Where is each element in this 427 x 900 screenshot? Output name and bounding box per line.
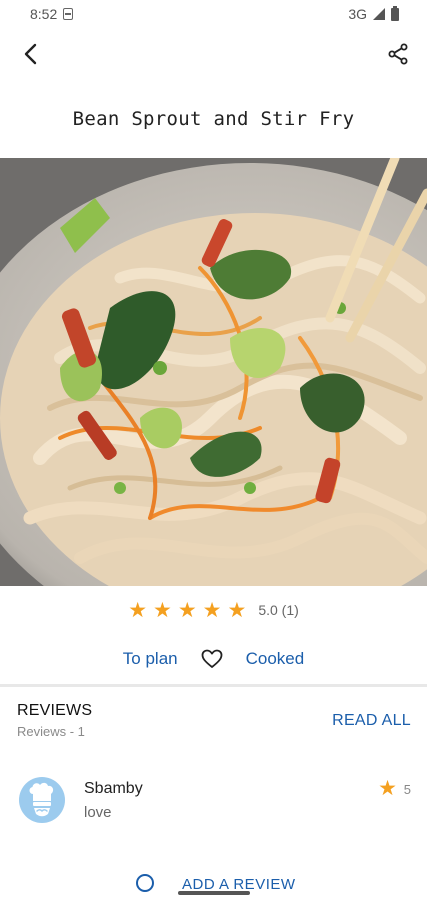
back-arrow-icon: [24, 43, 37, 65]
reviewer-name: Sbamby: [84, 780, 143, 797]
rating-row: ★ ★ ★ ★ ★ 5.0 (1): [0, 597, 427, 623]
sim-card-icon: [63, 8, 74, 20]
back-button[interactable]: [14, 36, 48, 72]
chef-avatar-icon: [29, 782, 54, 817]
star-icon: ★: [202, 598, 222, 622]
section-divider: [0, 684, 427, 687]
read-all-button[interactable]: READ ALL: [332, 712, 411, 730]
rating-summary: 5.0 (1): [258, 602, 299, 618]
add-review-icon: [136, 874, 154, 892]
rating-stars: ★ ★ ★ ★ ★: [128, 600, 246, 621]
status-bar: 8:52 3G: [0, 0, 427, 28]
home-indicator[interactable]: [178, 891, 250, 895]
to-plan-button[interactable]: To plan: [123, 649, 178, 669]
signal-icon: [373, 8, 385, 20]
status-time: 8:52: [30, 6, 58, 22]
reviews-title: REVIEWS: [17, 702, 93, 719]
reviews-count: Reviews - 1: [17, 724, 85, 739]
star-icon: ★: [227, 598, 247, 622]
actions-row: To plan Cooked: [0, 644, 427, 674]
review-score: 5: [403, 782, 411, 797]
favorite-button[interactable]: [200, 647, 224, 671]
network-type: 3G: [348, 6, 367, 22]
heart-icon: [201, 649, 223, 668]
star-icon: ★: [177, 598, 197, 622]
app-bar: [0, 28, 427, 80]
avatar: [19, 777, 65, 823]
star-icon: ★: [128, 598, 148, 622]
review-star-icon: ★: [378, 777, 397, 800]
share-button[interactable]: [381, 36, 415, 72]
recipe-title: Bean Sprout and Stir Fry: [72, 108, 355, 130]
review-item: Sbamby love ★ 5: [0, 770, 427, 834]
review-text: love: [84, 804, 112, 821]
cooked-button[interactable]: Cooked: [246, 649, 305, 669]
stir-fry-illustration: [0, 158, 427, 586]
star-icon: ★: [153, 598, 172, 622]
recipe-photo: [0, 158, 427, 586]
reviews-header: REVIEWS Reviews - 1: [17, 702, 92, 739]
battery-icon: [391, 5, 399, 21]
share-icon: [388, 43, 408, 65]
add-review-button[interactable]: ADD A REVIEW: [0, 868, 427, 900]
